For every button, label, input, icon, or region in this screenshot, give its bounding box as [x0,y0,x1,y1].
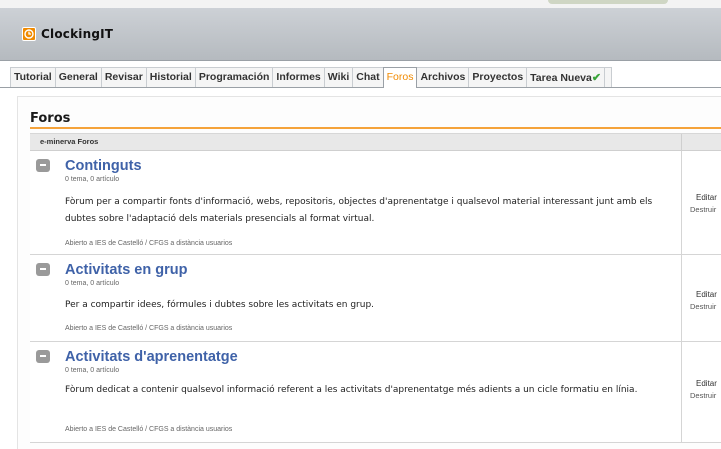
edit-link[interactable]: Editar [696,379,717,388]
tab-chat[interactable]: Chat [352,67,384,87]
tab-wiki[interactable]: Wiki [323,67,354,87]
forum-access: Abierto a IES de Castelló / CFGS a distà… [65,426,233,433]
checkmark-icon: ✔ [591,72,602,84]
tab-tarea-nueva-label: Tarea Nueva [530,72,592,84]
forum-description: Per a compartir idees, fórmules i dubtes… [65,300,375,310]
forum-access: Abierto a IES de Castelló / CFGS a distà… [65,325,233,332]
tab-tutorial[interactable]: Tutorial [10,67,56,87]
forum-meta: 0 tema, 0 artículo [65,367,120,374]
forum-meta: 0 tema, 0 artículo [65,176,120,183]
browser-top-strip [0,0,721,8]
table-header-divider [681,134,682,150]
destroy-link[interactable]: Destruir [690,302,716,311]
forum-description: Fòrum dedicat a contenir qualsevol infor… [65,385,638,395]
forum-description: Fòrum per a compartir fonts d'informació… [65,197,653,224]
forum-bubble-icon [36,350,50,363]
title-divider [30,127,721,129]
tab-general[interactable]: General [54,67,102,87]
forum-meta: 0 tema, 0 artículo [65,280,120,287]
forum-actions: Editar Destruir [681,255,721,341]
top-highlight [548,0,668,4]
tab-spacer [604,67,613,87]
forum-actions: Editar Destruir [681,151,721,254]
destroy-link[interactable]: Destruir [690,205,716,214]
forum-title-link[interactable]: Continguts [65,158,142,174]
forum-actions: Editar Destruir [681,342,721,442]
page-title: Foros [30,111,71,126]
app-header: ClockingIT [0,8,721,61]
tab-informes[interactable]: Informes [272,67,325,87]
app-logo[interactable]: ClockingIT [22,25,113,43]
edit-link[interactable]: Editar [696,193,717,202]
tab-programacion[interactable]: Programación [194,67,274,87]
forum-title-link[interactable]: Activitats d'aprenentatge [65,349,238,365]
tab-bar: Tutorial General Revisar Historial Progr… [10,67,613,88]
forum-access: Abierto a IES de Castelló / CFGS a distà… [65,240,233,247]
tab-historial[interactable]: Historial [145,67,196,87]
forum-title-link[interactable]: Activitats en grup [65,262,187,278]
tab-proyectos[interactable]: Proyectos [468,67,528,87]
table-header: e-minerva Foros [30,133,721,151]
main-content: Foros e-minerva Foros Continguts 0 tema,… [17,96,721,449]
app-name: ClockingIT [41,27,114,41]
table-row: Continguts 0 tema, 0 artículo Fòrum per … [30,151,721,255]
forum-bubble-icon [36,263,50,276]
tab-bar-line [0,87,721,88]
table-row: Activitats d'aprenentatge 0 tema, 0 artí… [30,342,721,443]
tab-tarea-nueva[interactable]: Tarea Nueva✔ [526,67,606,87]
edit-link[interactable]: Editar [696,290,717,299]
tab-foros[interactable]: Foros [382,67,418,88]
destroy-link[interactable]: Destruir [690,391,716,400]
tab-archivos[interactable]: Archivos [416,67,470,87]
table-header-label: e-minerva Foros [40,137,99,146]
clock-icon [22,27,36,41]
tab-revisar[interactable]: Revisar [100,67,147,87]
forums-table: e-minerva Foros Continguts 0 tema, 0 art… [30,133,721,443]
table-row: Activitats en grup 0 tema, 0 artículo Pe… [30,255,721,342]
forum-bubble-icon [36,159,50,172]
